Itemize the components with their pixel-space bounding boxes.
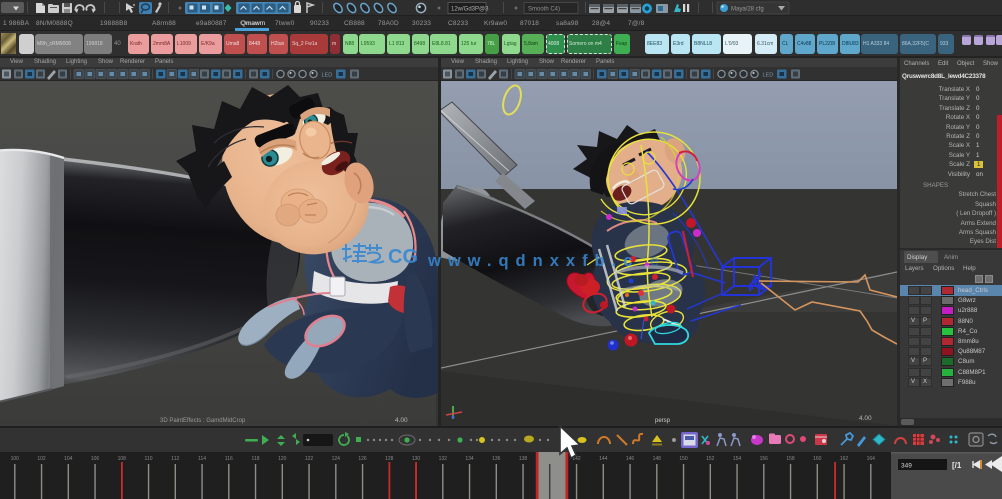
svg-text:132: 132 xyxy=(439,456,448,462)
svg-text:136: 136 xyxy=(492,456,501,462)
svg-text:LED: LED xyxy=(322,73,333,79)
svg-text:152: 152 xyxy=(706,456,715,462)
svg-text:106: 106 xyxy=(91,456,100,462)
svg-text:118: 118 xyxy=(252,456,260,462)
svg-text:156: 156 xyxy=(760,456,769,462)
svg-text:130: 130 xyxy=(412,456,421,462)
svg-text:112: 112 xyxy=(171,456,179,462)
svg-text:160: 160 xyxy=(813,456,822,462)
svg-text:[/1: [/1 xyxy=(952,461,962,470)
svg-text:12w/Gd3P@3: 12w/Gd3P@3 xyxy=(451,7,489,13)
svg-text:138: 138 xyxy=(519,456,528,462)
svg-text:110: 110 xyxy=(145,456,153,462)
svg-text:4.00: 4.00 xyxy=(859,415,872,422)
svg-text:114: 114 xyxy=(198,456,206,462)
svg-text:4.00: 4.00 xyxy=(395,417,408,424)
svg-text:104: 104 xyxy=(64,456,73,462)
svg-text:persp: persp xyxy=(655,418,671,424)
svg-text:LED: LED xyxy=(763,73,774,79)
svg-text:108: 108 xyxy=(118,456,127,462)
svg-text:146: 146 xyxy=(626,456,635,462)
svg-text:120: 120 xyxy=(278,456,287,462)
svg-text:124: 124 xyxy=(332,456,341,462)
svg-text:164: 164 xyxy=(867,456,876,462)
svg-text:122: 122 xyxy=(305,456,314,462)
svg-text:158: 158 xyxy=(786,456,795,462)
svg-text:3D PaintEffects : GamdMidCrop: 3D PaintEffects : GamdMidCrop xyxy=(160,418,246,424)
svg-text:116: 116 xyxy=(225,456,233,462)
svg-text:144: 144 xyxy=(599,456,608,462)
svg-text:128: 128 xyxy=(385,456,394,462)
svg-text:349: 349 xyxy=(901,463,912,470)
svg-text:150: 150 xyxy=(679,456,688,462)
svg-text:126: 126 xyxy=(358,456,367,462)
svg-text:Smooth C4): Smooth C4) xyxy=(528,7,560,13)
svg-text:148: 148 xyxy=(653,456,662,462)
svg-text:134: 134 xyxy=(465,456,474,462)
svg-text:154: 154 xyxy=(733,456,742,462)
svg-text:102: 102 xyxy=(37,456,46,462)
svg-text:100: 100 xyxy=(11,456,20,462)
svg-text:162: 162 xyxy=(840,456,849,462)
svg-text:Maya/28 cfg: Maya/28 cfg xyxy=(731,7,764,13)
